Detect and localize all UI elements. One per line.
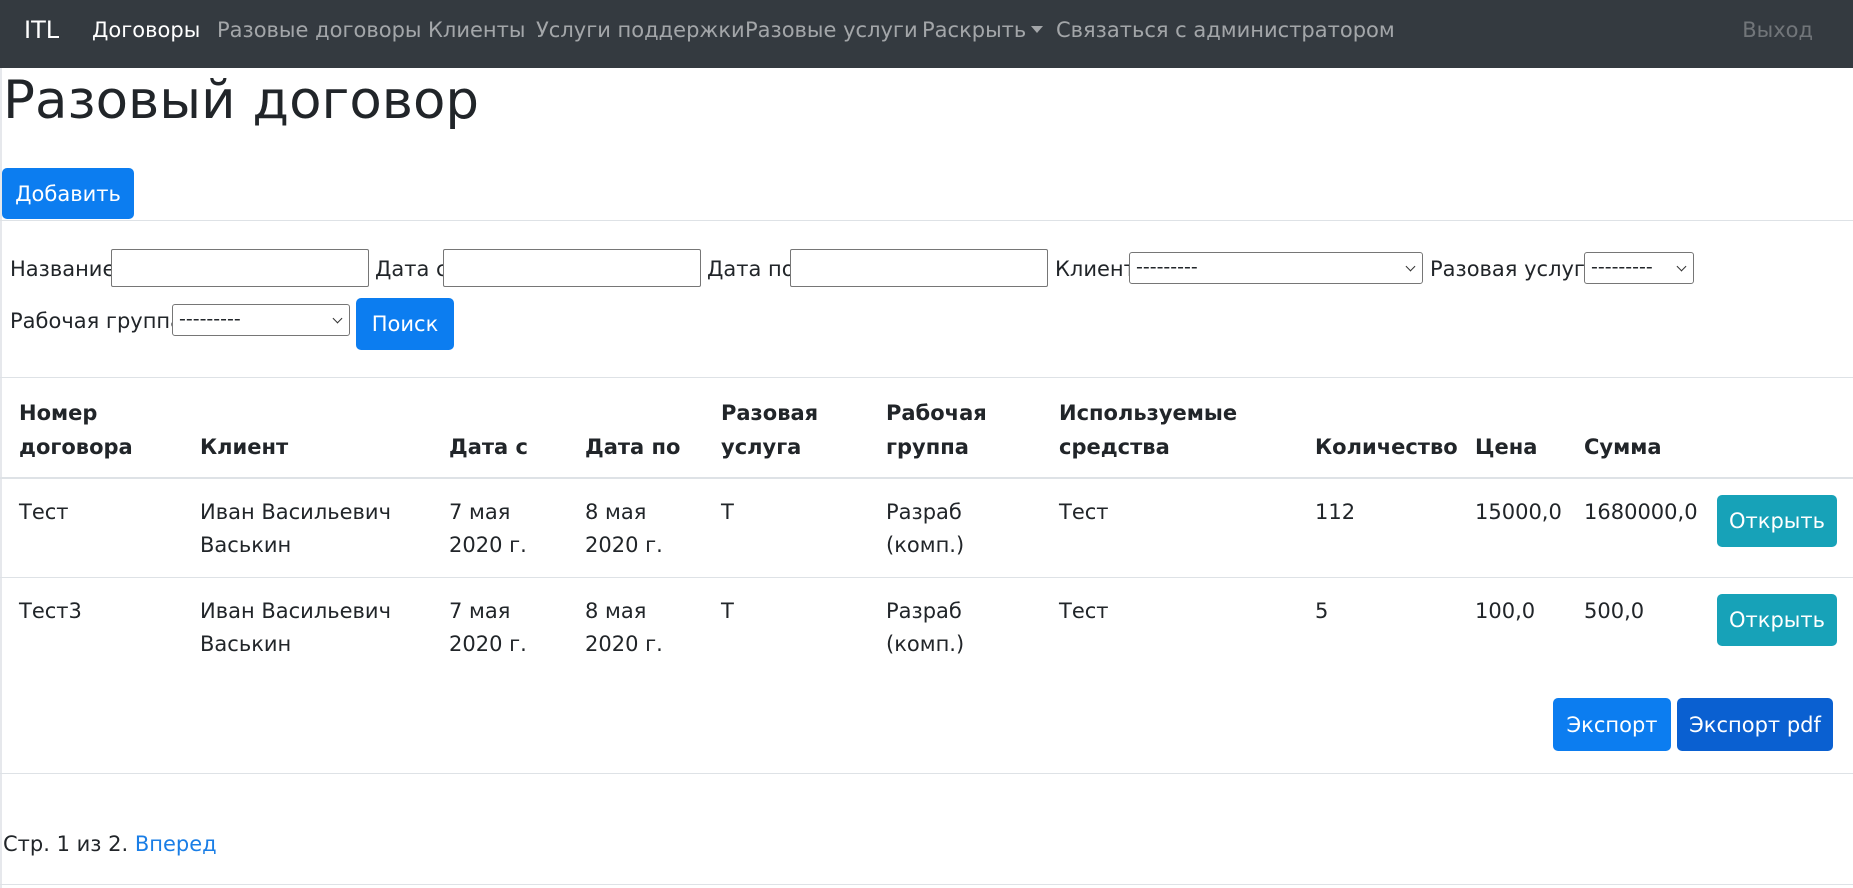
- column-header-resources: Используемые средства: [1059, 396, 1237, 464]
- top-navbar: ITL Договоры Разовые договоры Клиенты Ус…: [0, 0, 1853, 68]
- cell-line: 2020 г.: [585, 533, 663, 557]
- cell-line: Разраб: [886, 500, 962, 524]
- cell-line: 7 мая: [449, 599, 511, 623]
- column-header-client: Клиент: [200, 435, 289, 459]
- cell-service: Т: [721, 500, 734, 524]
- nav-item-one-time-services[interactable]: Разовые услуги: [745, 18, 918, 42]
- column-header-date-from: Дата с: [449, 435, 528, 459]
- cell-quantity: 5: [1315, 599, 1329, 623]
- cell-line: 7 мая: [449, 500, 511, 524]
- nav-item-clients[interactable]: Клиенты: [428, 18, 525, 42]
- nav-item-one-time-contracts[interactable]: Разовые договоры: [217, 18, 421, 42]
- cell-number: Тест3: [19, 599, 82, 623]
- cell-line: 8 мая: [585, 599, 647, 623]
- cell-sum: 1680000,0: [1584, 500, 1698, 524]
- header-line: Рабочая: [886, 401, 987, 425]
- cell-price: 100,0: [1475, 599, 1536, 623]
- header-line: Разовая: [721, 401, 819, 425]
- cell-line: 8 мая: [585, 500, 647, 524]
- nav-item-expand-label: Раскрыть: [922, 18, 1027, 42]
- column-header-number: Номер договора: [19, 396, 133, 464]
- cell-line: 2020 г.: [449, 632, 527, 656]
- date-from-filter-input[interactable]: [443, 249, 701, 287]
- column-header-quantity: Количество: [1315, 435, 1458, 459]
- cell-resources: Тест: [1059, 500, 1109, 524]
- chevron-down-icon: [1676, 261, 1687, 272]
- cell-resources: Тест: [1059, 599, 1109, 623]
- column-header-service: Разовая услуга: [721, 396, 818, 464]
- cell-line: Васькин: [200, 632, 292, 656]
- cell-line: Васькин: [200, 533, 292, 557]
- group-filter-select[interactable]: ---------: [172, 304, 350, 336]
- nav-item-expand-dropdown[interactable]: Раскрыть: [922, 18, 1044, 42]
- divider: [0, 220, 1853, 221]
- brand-logo[interactable]: ITL: [24, 16, 59, 44]
- name-filter-input[interactable]: [111, 249, 369, 287]
- nav-item-contracts[interactable]: Договоры: [92, 18, 200, 42]
- cell-date-from: 7 мая 2020 г.: [449, 496, 527, 562]
- cell-client: Иван Васильевич Васькин: [200, 595, 391, 661]
- pagination: Стр. 1 из 2. Вперед: [3, 832, 217, 856]
- header-line: группа: [886, 435, 969, 459]
- chevron-down-icon: [1405, 261, 1416, 272]
- header-line: услуга: [721, 435, 802, 459]
- divider: [0, 773, 1853, 774]
- pagination-text: Стр. 1 из 2.: [3, 832, 129, 856]
- caret-down-icon: [1031, 26, 1044, 33]
- date-to-filter-input[interactable]: [790, 249, 1048, 287]
- service-filter-select[interactable]: ---------: [1584, 252, 1694, 284]
- search-button[interactable]: Поиск: [356, 298, 454, 350]
- cell-date-to: 8 мая 2020 г.: [585, 595, 663, 661]
- header-line: средства: [1059, 435, 1170, 459]
- cell-date-to: 8 мая 2020 г.: [585, 496, 663, 562]
- cell-price: 15000,0: [1475, 500, 1562, 524]
- cell-line: (комп.): [886, 533, 965, 557]
- cell-line: (комп.): [886, 632, 965, 656]
- cell-group: Разраб (комп.): [886, 496, 964, 562]
- service-filter-label: Разовая услуга:: [1430, 257, 1605, 281]
- divider: [0, 884, 1853, 885]
- cell-client: Иван Васильевич Васькин: [200, 496, 391, 562]
- service-filter-value: ---------: [1591, 256, 1653, 278]
- row-divider: [0, 577, 1853, 578]
- divider: [0, 377, 1853, 378]
- cell-line: 2020 г.: [585, 632, 663, 656]
- column-header-date-to: Дата по: [585, 435, 681, 459]
- page-title: Разовый договор: [3, 70, 480, 131]
- client-filter-value: ---------: [1136, 256, 1198, 278]
- name-filter-label: Название:: [10, 257, 123, 281]
- cell-line: Иван Васильевич: [200, 500, 391, 524]
- cell-sum: 500,0: [1584, 599, 1645, 623]
- cell-line: Иван Васильевич: [200, 599, 391, 623]
- add-button[interactable]: Добавить: [2, 168, 134, 219]
- next-page-link[interactable]: Вперед: [135, 832, 217, 856]
- cell-group: Разраб (комп.): [886, 595, 964, 661]
- header-line: договора: [19, 435, 133, 459]
- cell-quantity: 112: [1315, 500, 1356, 524]
- cell-line: 2020 г.: [449, 533, 527, 557]
- chevron-down-icon: [332, 313, 343, 324]
- column-header-sum: Сумма: [1584, 435, 1662, 459]
- header-line: Номер: [19, 401, 98, 425]
- cell-line: Разраб: [886, 599, 962, 623]
- open-button[interactable]: Открыть: [1717, 594, 1837, 646]
- open-button[interactable]: Открыть: [1717, 495, 1837, 547]
- column-header-group: Рабочая группа: [886, 396, 987, 464]
- header-line: Используемые: [1059, 401, 1238, 425]
- logout-link[interactable]: Выход: [1742, 18, 1813, 42]
- table-header-divider: [0, 477, 1853, 479]
- export-button[interactable]: Экспорт: [1553, 698, 1671, 751]
- nav-item-support-services[interactable]: Услуги поддержки: [536, 18, 745, 42]
- cell-number: Тест: [19, 500, 69, 524]
- cell-service: Т: [721, 599, 734, 623]
- client-filter-select[interactable]: ---------: [1129, 252, 1423, 284]
- column-header-price: Цена: [1475, 435, 1538, 459]
- date-to-filter-label: Дата по:: [707, 257, 802, 281]
- group-filter-value: ---------: [179, 308, 241, 330]
- export-pdf-button[interactable]: Экспорт pdf: [1677, 698, 1833, 751]
- nav-item-contact-admin[interactable]: Связаться с администратором: [1056, 18, 1395, 42]
- group-filter-label: Рабочая группа:: [10, 309, 191, 333]
- cell-date-from: 7 мая 2020 г.: [449, 595, 527, 661]
